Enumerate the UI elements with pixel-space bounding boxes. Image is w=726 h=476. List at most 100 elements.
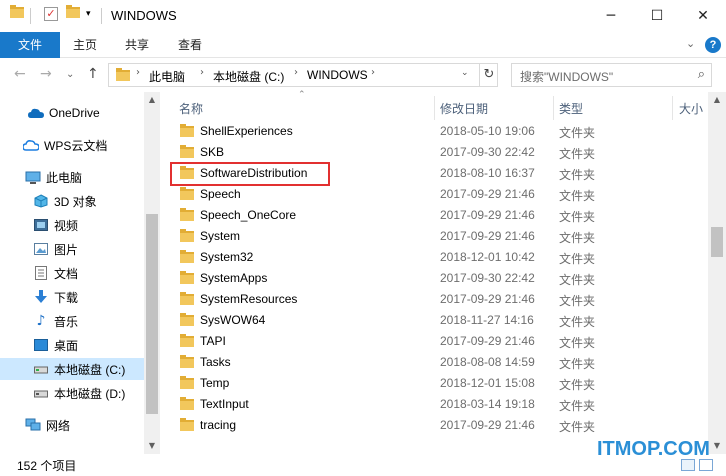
file-row[interactable]: Tasks 2018-08-08 14:59 文件夹 [170,352,708,373]
maximize-button[interactable]: ☐ [634,0,680,32]
file-row[interactable]: Speech 2017-09-29 21:46 文件夹 [170,184,708,205]
nav-item-wps-cloud[interactable]: WPS云文档 [0,134,144,156]
up-button[interactable]: ↑ [87,66,99,82]
file-type: 文件夹 [559,273,596,287]
nav-item-onedrive[interactable]: OneDrive [0,102,144,124]
file-row[interactable]: SystemApps 2017-09-30 22:42 文件夹 [170,268,708,289]
folder-icon [116,68,130,81]
tab-share[interactable]: 共享 [112,32,162,58]
nav-item-label: 本地磁盘 (D:) [54,386,126,401]
file-row[interactable]: tracing 2017-09-29 21:46 文件夹 [170,415,708,436]
file-row[interactable]: System32 2018-12-01 10:42 文件夹 [170,247,708,268]
file-row[interactable]: SystemResources 2017-09-29 21:46 文件夹 [170,289,708,310]
file-name: tracing [200,418,237,432]
column-header-name[interactable]: 名称 [179,100,203,117]
file-row[interactable]: Temp 2018-12-01 15:08 文件夹 [170,373,708,394]
refresh-button[interactable]: ↻ [479,64,498,86]
nav-item-videos[interactable]: 视频 [0,214,144,236]
file-date: 2018-11-27 14:16 [440,313,534,327]
file-list-scrollbar[interactable]: ▲ ▼ [708,92,726,454]
file-name: SystemResources [200,292,298,306]
tab-view[interactable]: 查看 [165,32,215,58]
nav-item-documents[interactable]: 文档 [0,262,144,284]
folder-icon [180,124,194,137]
file-date: 2018-08-10 16:37 [440,166,535,180]
column-header-date[interactable]: 修改日期 [440,100,488,117]
nav-item-downloads[interactable]: 下载 [0,286,144,308]
nav-item-pictures[interactable]: 图片 [0,238,144,260]
scroll-up-icon[interactable]: ▲ [709,95,725,104]
nav-item-label: 网络 [46,418,71,433]
nav-item-3d-objects[interactable]: 3D 对象 [0,190,144,212]
new-folder-icon[interactable] [66,5,80,18]
file-type: 文件夹 [559,168,596,182]
nav-item-local-disk-c[interactable]: 本地磁盘 (C:) [0,358,144,380]
nav-item-local-disk-d[interactable]: 本地磁盘 (D:) [0,382,144,404]
file-date: 2017-09-30 22:42 [440,271,535,285]
tab-home[interactable]: 主页 [60,32,110,58]
expand-ribbon-icon[interactable]: ⌄ [686,37,695,50]
file-name: TAPI [200,334,226,348]
breadcrumb-separator[interactable]: › [294,67,298,78]
nav-item-network[interactable]: 网络 [0,414,144,436]
breadcrumb-windows[interactable]: WINDOWS [307,68,368,82]
drive-icon [33,386,49,400]
file-row[interactable]: TAPI 2017-09-29 21:46 文件夹 [170,331,708,352]
file-row[interactable]: Speech_OneCore 2017-09-29 21:46 文件夹 [170,205,708,226]
nav-item-desktop[interactable]: 桌面 [0,334,144,356]
back-button[interactable]: ← [14,66,26,82]
highlight-box [170,162,330,186]
scroll-up-icon[interactable]: ▲ [144,95,160,104]
properties-icon[interactable]: ✓ [44,7,58,21]
divider[interactable] [434,96,435,120]
column-header-size[interactable]: 大小 [679,100,703,117]
file-row[interactable]: SKB 2017-09-30 22:42 文件夹 [170,142,708,163]
forward-button[interactable]: → [40,66,52,82]
tab-file[interactable]: 文件 [0,32,60,58]
file-row[interactable]: SysWOW64 2018-11-27 14:16 文件夹 [170,310,708,331]
breadcrumb-separator[interactable]: › [200,67,204,78]
file-type: 文件夹 [559,378,596,392]
nav-item-label: 桌面 [54,338,79,353]
nav-item-music[interactable]: ♪ 音乐 [0,310,144,332]
scroll-down-icon[interactable]: ▼ [709,441,725,450]
breadcrumb-separator[interactable]: › [136,67,140,78]
folder-icon [180,397,194,410]
file-row[interactable]: ShellExperiences 2018-05-10 19:06 文件夹 [170,121,708,142]
customize-quick-access-icon[interactable]: ▾ [86,9,91,19]
file-name: ShellExperiences [200,124,293,138]
watermark: ITMOP.COM [597,438,710,460]
nav-item-this-pc[interactable]: 此电脑 [0,166,144,188]
scroll-down-icon[interactable]: ▼ [144,441,160,450]
scrollbar-thumb[interactable] [146,214,158,414]
file-type: 文件夹 [559,315,596,329]
breadcrumb-local-disk-c[interactable]: 本地磁盘 (C:) [213,68,284,85]
breadcrumb-this-pc[interactable]: 此电脑 [149,68,185,85]
file-name: TextInput [200,397,249,411]
computer-icon [25,170,41,184]
file-row[interactable]: TextInput 2018-03-14 19:18 文件夹 [170,394,708,415]
nav-item-label: WPS云文档 [44,138,108,153]
column-header-type[interactable]: 类型 [559,100,583,117]
address-dropdown-icon[interactable]: ⌄ [461,68,469,78]
search-input[interactable]: 搜索"WINDOWS" ⌕ [511,63,712,87]
scrollbar-thumb[interactable] [711,227,723,257]
download-icon [33,290,49,304]
close-button[interactable]: ✕ [680,0,726,32]
breadcrumb-separator[interactable]: › [371,67,375,78]
file-row[interactable]: System 2017-09-29 21:46 文件夹 [170,226,708,247]
navigation-scrollbar[interactable]: ▲ ▼ [144,92,160,454]
divider[interactable] [553,96,554,120]
minimize-button[interactable]: ─ [588,0,634,32]
large-icons-view-icon[interactable] [699,459,713,471]
address-bar[interactable]: › 此电脑 › 本地磁盘 (C:) › WINDOWS › ⌄ [108,63,498,87]
divider[interactable] [672,96,673,120]
file-type: 文件夹 [559,294,596,308]
nav-item-label: 此电脑 [46,170,83,185]
folder-icon [180,229,194,242]
help-icon[interactable]: ? [705,37,721,53]
nav-item-label: 文档 [54,266,79,281]
file-date: 2018-03-14 19:18 [440,397,535,411]
details-view-icon[interactable] [681,459,695,471]
recent-locations-button[interactable]: ⌄ [66,69,74,80]
